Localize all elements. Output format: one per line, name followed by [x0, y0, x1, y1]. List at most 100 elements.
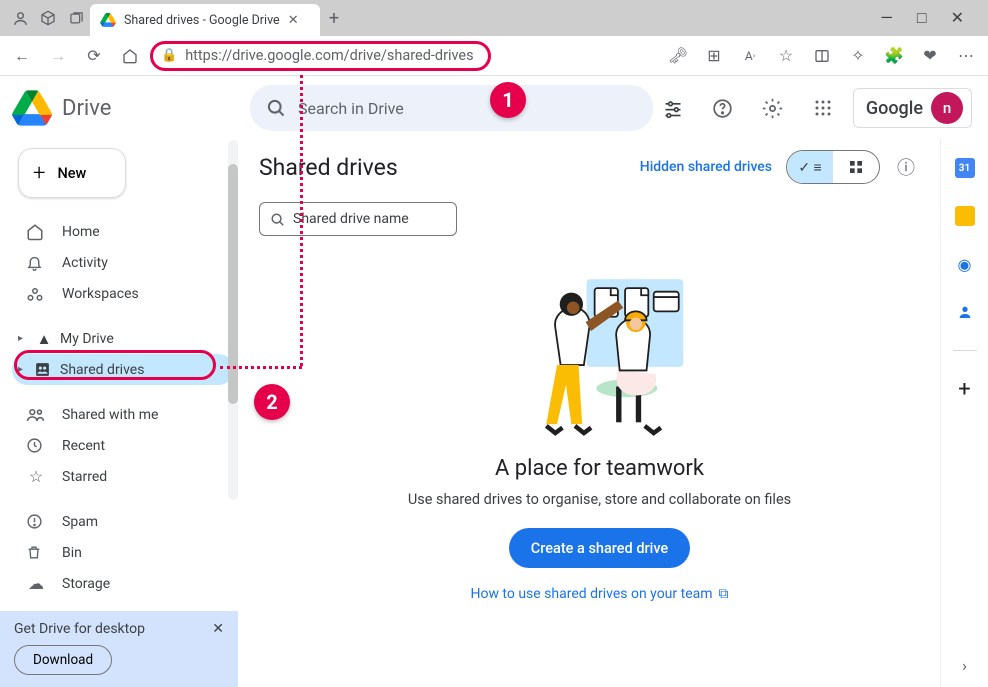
nav-shared-drives[interactable]: ▸Shared drives — [12, 354, 234, 385]
drive-product-name: Drive — [62, 96, 111, 121]
nav-home[interactable]: Home — [12, 216, 234, 247]
collections-icon[interactable]: ✧ — [842, 40, 874, 72]
caret-icon[interactable]: ▸ — [18, 364, 28, 375]
home-button[interactable] — [114, 40, 146, 72]
nav-recent[interactable]: Recent — [12, 430, 234, 461]
profile-icon[interactable] — [6, 4, 34, 32]
avatar[interactable]: n — [931, 92, 963, 124]
settings-button[interactable] — [753, 88, 793, 128]
favorite-icon[interactable]: ☆ — [770, 40, 802, 72]
promo-close-icon[interactable]: ✕ — [212, 621, 224, 637]
extensions-icon[interactable]: 🧩 — [878, 40, 910, 72]
trash-icon — [26, 544, 46, 561]
spam-icon — [26, 513, 46, 530]
side-panel-rail: 31 ◉ + › — [940, 140, 988, 687]
info-button[interactable]: ⓘ — [894, 154, 918, 180]
teamwork-illustration — [510, 272, 690, 442]
close-tab-icon[interactable]: ✕ — [288, 13, 299, 28]
filter-placeholder: Shared drive name — [293, 211, 409, 227]
bell-icon — [26, 254, 46, 271]
clock-icon — [26, 437, 46, 454]
collapse-panel-button[interactable]: › — [955, 655, 975, 675]
howto-link[interactable]: How to use shared drives on your team ⧉ — [470, 586, 728, 602]
nav-activity[interactable]: Activity — [12, 247, 234, 278]
close-window-icon[interactable]: ✕ — [951, 8, 964, 28]
caret-icon[interactable]: ▸ — [18, 333, 28, 344]
google-account-chip[interactable]: Google n — [853, 88, 972, 128]
text-size-icon[interactable]: A› — [734, 40, 766, 72]
search-placeholder: Search in Drive — [298, 99, 404, 118]
minimize-icon[interactable]: — — [880, 8, 893, 28]
page-title: Shared drives — [259, 154, 398, 181]
contacts-addon[interactable] — [955, 302, 975, 322]
help-button[interactable] — [703, 88, 743, 128]
list-view-button[interactable]: ✓ ≡ — [787, 151, 833, 183]
keep-addon[interactable] — [955, 206, 975, 226]
nav-spam[interactable]: Spam — [12, 506, 234, 537]
drive-logo-icon — [12, 90, 52, 126]
hidden-drives-link[interactable]: Hidden shared drives — [640, 159, 772, 175]
calendar-addon[interactable]: 31 — [955, 158, 975, 178]
get-addons-button[interactable]: + — [955, 379, 975, 399]
address-bar: ← → ⟳ 🔒 https://drive.google.com/drive/s… — [0, 36, 988, 76]
drive-favicon-icon — [100, 13, 116, 27]
sidebar: + New Home Activity Workspaces ▸▲My Driv… — [0, 140, 238, 687]
people-icon — [26, 407, 46, 422]
window-controls: — □ ✕ — [880, 8, 982, 28]
shared-drives-icon — [34, 361, 54, 378]
nav-my-drive[interactable]: ▸▲My Drive — [12, 323, 234, 354]
drive-logo[interactable]: Drive — [12, 90, 250, 126]
empty-sub: Use shared drives to organise, store and… — [408, 491, 791, 508]
promo-title: Get Drive for desktop — [14, 621, 145, 637]
browser-tab-strip: Shared drives - Google Drive ✕ + — □ ✕ — [0, 0, 988, 36]
download-button[interactable]: Download — [14, 645, 112, 675]
refresh-button[interactable]: ⟳ — [78, 40, 110, 72]
new-button[interactable]: + New — [18, 148, 126, 198]
desktop-promo: Get Drive for desktop ✕ Download — [0, 611, 238, 687]
name-filter[interactable]: Shared drive name — [259, 202, 457, 236]
search-options-button[interactable] — [653, 88, 693, 128]
back-button[interactable]: ← — [6, 40, 38, 72]
nav-starred[interactable]: ☆Starred — [12, 461, 234, 492]
new-tab-button[interactable]: + — [320, 8, 348, 29]
rewards-icon[interactable]: ❤ — [914, 40, 946, 72]
cloud-icon: ☁ — [26, 574, 46, 593]
new-label: New — [57, 165, 86, 182]
lock-icon: 🔒 — [161, 48, 177, 63]
nav-workspaces[interactable]: Workspaces — [12, 278, 234, 309]
tasks-addon[interactable]: ◉ — [955, 254, 975, 274]
external-icon: ⧉ — [719, 586, 729, 602]
plus-icon: + — [33, 161, 45, 186]
search-icon — [270, 212, 285, 227]
create-shared-drive-button[interactable]: Create a shared drive — [509, 528, 690, 568]
active-tab[interactable]: Shared drives - Google Drive ✕ — [90, 4, 320, 36]
grid-view-button[interactable] — [833, 151, 879, 183]
home-icon — [26, 223, 46, 241]
workspaces-icon — [26, 287, 46, 301]
tab-overview-icon[interactable] — [62, 4, 90, 32]
view-toggle: ✓ ≡ — [786, 150, 880, 184]
overflow-icon[interactable]: ⋯ — [950, 40, 982, 72]
star-icon: ☆ — [26, 467, 46, 486]
annotation-bubble-2: 2 — [254, 384, 290, 420]
passkey-icon[interactable]: 🗝 — [662, 40, 694, 72]
search-icon — [266, 98, 286, 118]
nav-storage[interactable]: ☁Storage — [12, 568, 234, 599]
maximize-icon[interactable]: □ — [917, 8, 927, 28]
nav-shared-with-me[interactable]: Shared with me — [12, 399, 234, 430]
cube-icon[interactable] — [34, 4, 62, 32]
forward-button[interactable]: → — [42, 40, 74, 72]
google-label: Google — [866, 98, 923, 119]
drive-icon: ▲ — [34, 330, 54, 348]
annotation-bubble-1: 1 — [490, 82, 526, 118]
url-field[interactable]: 🔒 https://drive.google.com/drive/shared-… — [150, 41, 491, 71]
split-icon[interactable] — [806, 40, 838, 72]
extension-icon[interactable]: ⊞ — [698, 40, 730, 72]
sidebar-scrollbar[interactable] — [228, 140, 238, 500]
url-text: https://drive.google.com/drive/shared-dr… — [185, 47, 473, 64]
main-content: Shared drives Hidden shared drives ✓ ≡ ⓘ… — [238, 140, 940, 687]
search-field[interactable]: Search in Drive — [250, 85, 653, 131]
tab-title: Shared drives - Google Drive — [124, 13, 280, 28]
apps-button[interactable] — [803, 88, 843, 128]
nav-bin[interactable]: Bin — [12, 537, 234, 568]
